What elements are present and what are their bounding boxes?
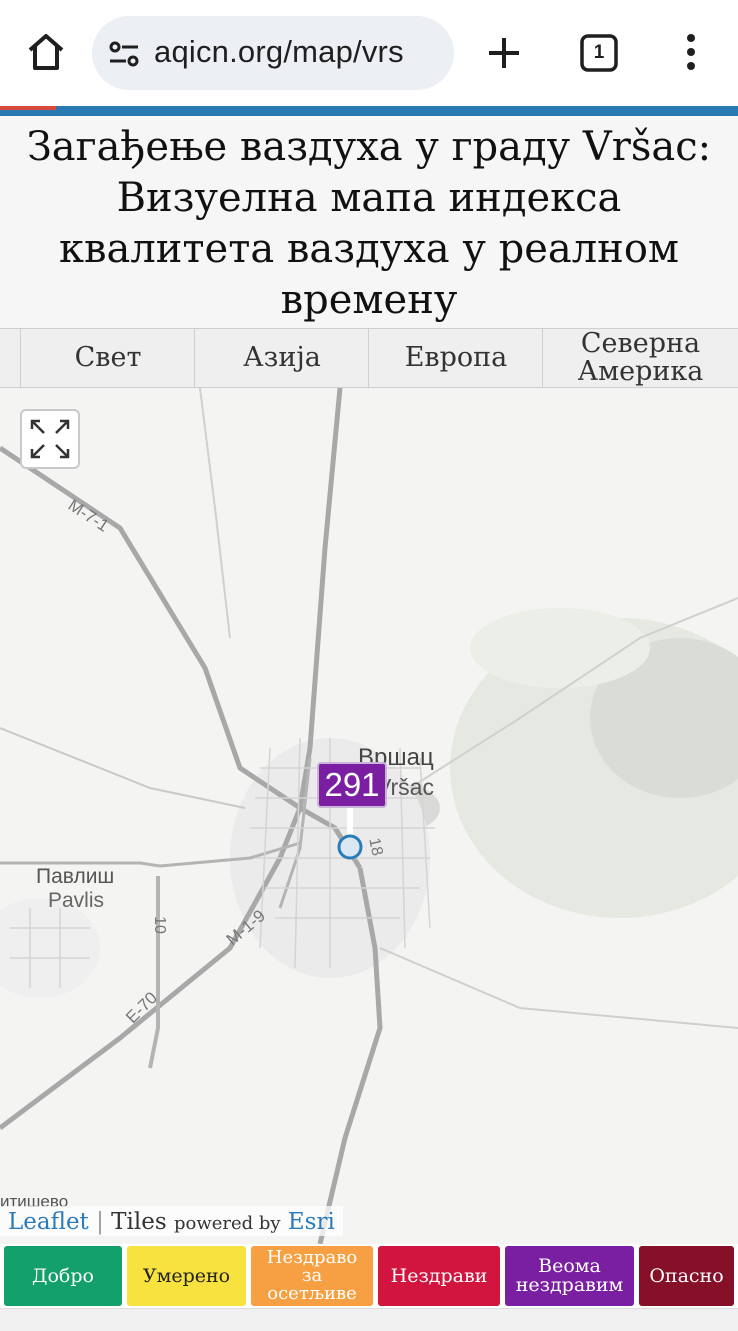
tab-count: 1 [593, 42, 605, 63]
leaflet-link[interactable]: Leaflet [8, 1209, 89, 1235]
site-settings-icon[interactable] [108, 40, 140, 68]
new-tab-icon[interactable] [483, 32, 525, 74]
url-text[interactable]: aqicn.org/map/vrs [154, 34, 404, 70]
aqi-legend: Добро Умерено Нездраво за осетљиве Нездр… [0, 1244, 738, 1331]
legend-good: Добро [4, 1246, 122, 1306]
page-footer-strip [0, 1308, 738, 1331]
legend-unhealthy-sensitive: Нездраво за осетљиве [251, 1246, 373, 1306]
legend-unhealthy: Нездрави [378, 1246, 500, 1306]
more-menu-icon[interactable] [676, 30, 706, 74]
legend-hazardous: Опасно [639, 1246, 734, 1306]
page-title: Загађење ваздуха у граду Vršac: Визуелна… [26, 124, 712, 323]
page-header: Загађење ваздуха у граду Vršac: Визуелна… [0, 116, 738, 328]
site-header-bar [0, 106, 738, 116]
attribution-separator: | [96, 1209, 104, 1235]
map-view[interactable]: M-7-1 Вршац Vršac Павлиш Pavlis M-1-9 E-… [0, 388, 738, 1244]
aqi-marker[interactable]: 291 [317, 762, 387, 808]
road-label-18: 18 [365, 836, 386, 858]
tab-north-america[interactable]: Северна Америка [542, 329, 738, 387]
town-label-latin: Pavlis [48, 889, 105, 912]
esri-link[interactable]: Esri [288, 1209, 335, 1235]
tab-asia[interactable]: Азија [194, 329, 369, 387]
region-tabs: Свет Азија Европа Северна Америка [0, 328, 738, 388]
fullscreen-button[interactable] [20, 409, 80, 469]
tab-world[interactable]: Свет [20, 329, 195, 387]
map-tiles [0, 388, 738, 1244]
attribution-tiles: Tiles [111, 1209, 167, 1235]
home-icon[interactable] [22, 28, 70, 76]
expand-icon [30, 419, 70, 459]
road-label-10: 10 [150, 916, 168, 934]
tab-europe[interactable]: Европа [368, 329, 543, 387]
address-bar[interactable]: aqicn.org/map/vrs [92, 16, 454, 90]
attribution-powered-by: powered by [173, 1213, 281, 1234]
tab-switcher-button[interactable]: 1 [580, 34, 618, 72]
legend-very-unhealthy: Веома нездравим [505, 1246, 634, 1306]
town-label-cyrillic: Павлиш [36, 865, 115, 888]
site-header-accent [0, 106, 56, 110]
legend-moderate: Умерено [127, 1246, 246, 1306]
browser-toolbar: aqicn.org/map/vrs 1 [0, 0, 738, 106]
map-attribution: Leaflet | Tiles powered by Esri [0, 1206, 343, 1236]
